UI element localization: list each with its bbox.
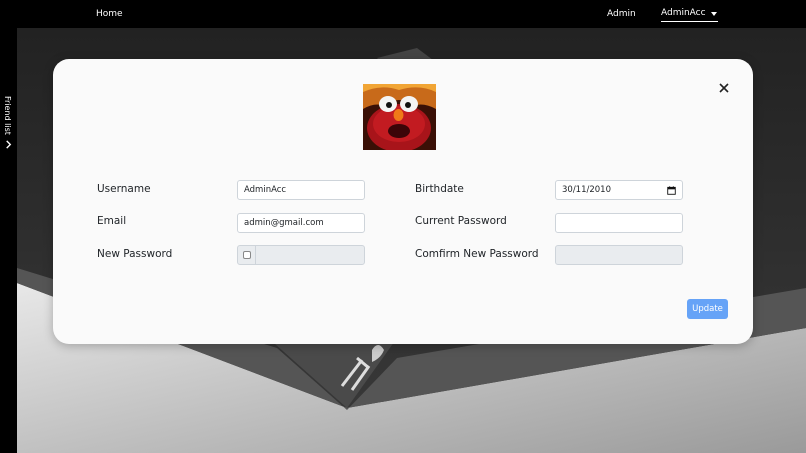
username-label: Username xyxy=(97,183,151,195)
birthdate-value: 30/11/2010 xyxy=(562,185,611,195)
close-icon[interactable] xyxy=(717,81,731,95)
current-password-input[interactable] xyxy=(555,213,683,233)
avatar[interactable] xyxy=(363,84,436,150)
new-password-checkbox[interactable] xyxy=(243,251,251,259)
friend-list-label: Friend list xyxy=(3,96,12,135)
username-input[interactable]: AdminAcc xyxy=(237,180,365,200)
chevron-right-icon xyxy=(6,140,12,149)
update-button[interactable]: Update xyxy=(687,299,728,319)
account-dropdown-label: AdminAcc xyxy=(661,8,706,18)
nav-home-link[interactable]: Home xyxy=(96,9,123,19)
current-password-label: Current Password xyxy=(415,215,507,227)
birthdate-label: Birthdate xyxy=(415,183,464,195)
email-input[interactable]: admin@gmail.com xyxy=(237,213,365,233)
new-password-toggle xyxy=(238,246,256,264)
new-password-label: New Password xyxy=(97,248,173,260)
email-label: Email xyxy=(97,215,127,227)
birthdate-input[interactable]: 30/11/2010 xyxy=(555,180,683,200)
profile-modal: Username AdminAcc Email admin@gmail.com … xyxy=(53,59,753,344)
friend-list-toggle[interactable]: Friend list xyxy=(0,28,17,453)
nav-admin-link[interactable]: Admin xyxy=(607,9,636,19)
calendar-icon[interactable] xyxy=(667,185,676,195)
caret-down-icon xyxy=(710,12,717,16)
confirm-password-label: Comfirm New Password xyxy=(415,248,539,260)
new-password-field xyxy=(237,245,365,265)
account-dropdown[interactable]: AdminAcc xyxy=(661,8,718,22)
confirm-password-input[interactable] xyxy=(555,245,683,265)
top-navbar: Home Admin AdminAcc xyxy=(0,0,806,28)
